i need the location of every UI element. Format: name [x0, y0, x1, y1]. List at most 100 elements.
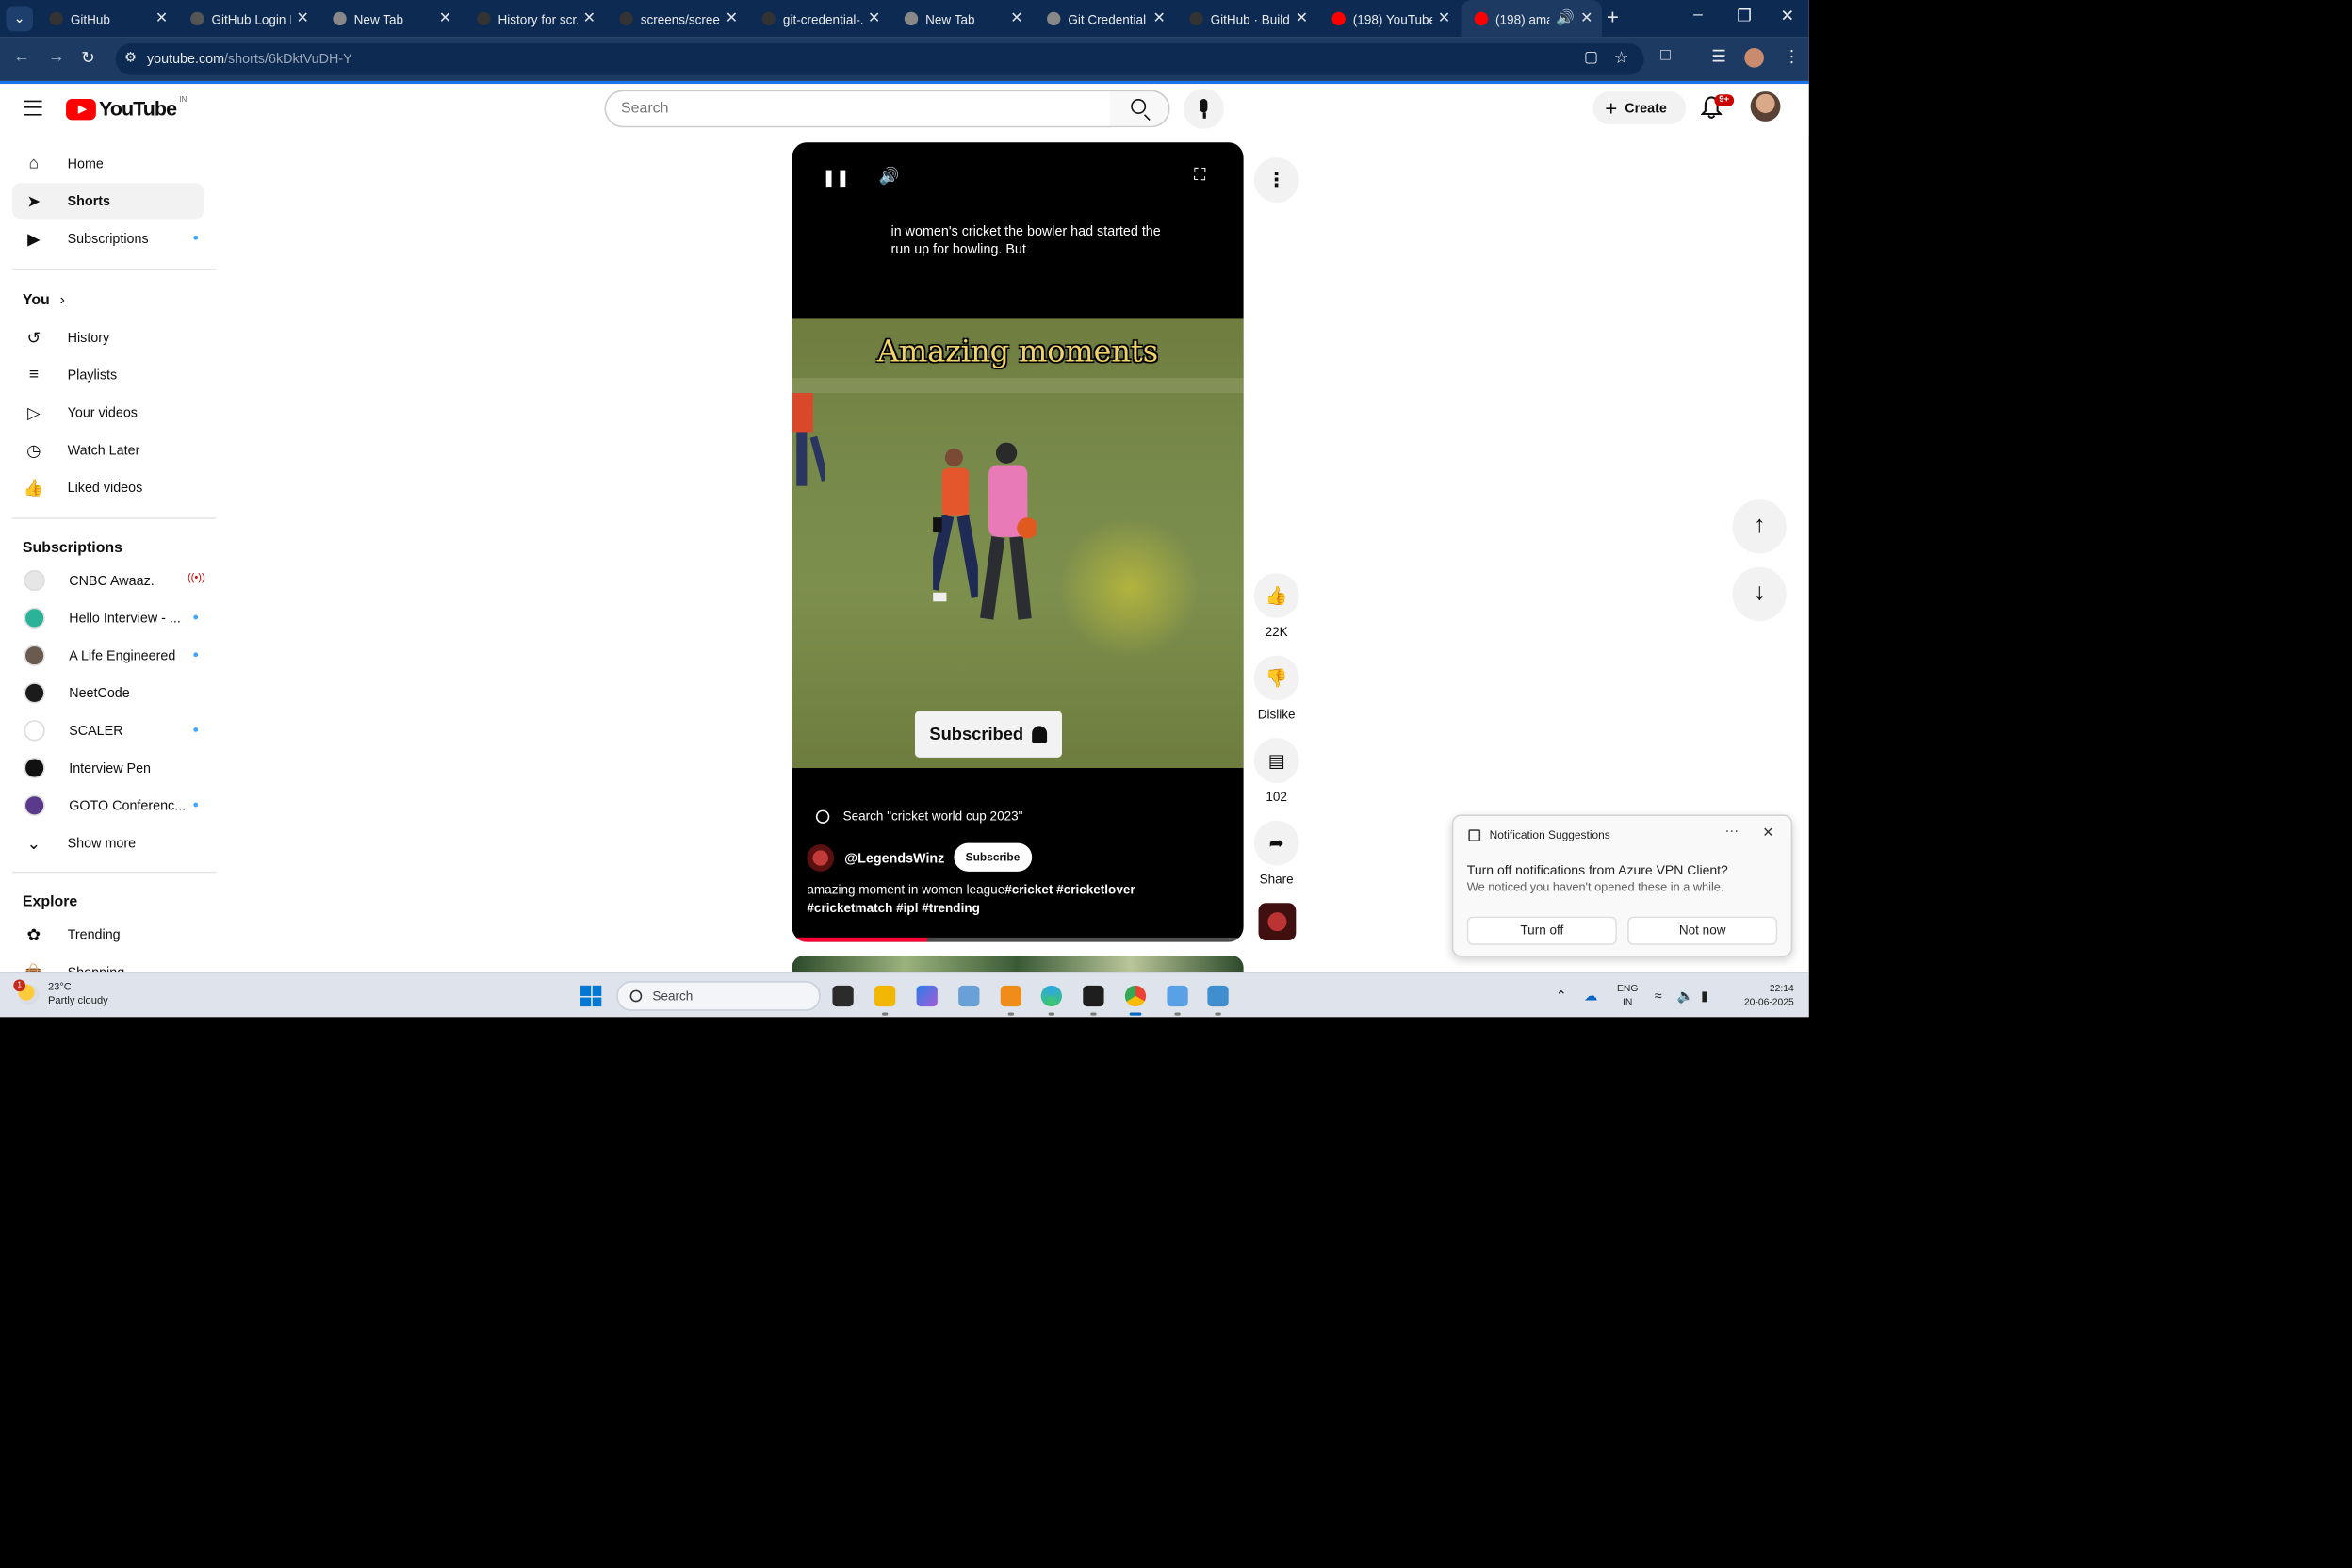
- url-text[interactable]: youtube.com/shorts/6kDktVuDH-Y: [147, 51, 352, 66]
- chrome-menu-icon[interactable]: ⋮: [1784, 46, 1801, 66]
- pause-icon[interactable]: ❚❚: [822, 168, 849, 188]
- bookmark-star-icon[interactable]: ☆: [1614, 48, 1629, 68]
- video-frame[interactable]: Amazing moments Subscribed: [792, 318, 1244, 769]
- create-button[interactable]: + Create: [1592, 91, 1687, 125]
- edge-browser-icon[interactable]: [1040, 985, 1062, 1007]
- extensions-icon[interactable]: □: [1660, 46, 1671, 64]
- subscribed-button[interactable]: Subscribed: [914, 710, 1062, 758]
- description-hashtags[interactable]: #cricket #cricketlover: [1004, 882, 1135, 897]
- speaker-icon[interactable]: 🔈: [1677, 988, 1694, 1005]
- tab-close-icon[interactable]: ✕: [439, 10, 451, 27]
- office-app-icon[interactable]: [1000, 985, 1022, 1007]
- sidebar-item-liked-videos[interactable]: 👍 Liked videos: [12, 469, 204, 505]
- tab-close-icon[interactable]: ✕: [583, 10, 596, 27]
- window-app-icon[interactable]: [958, 985, 980, 1007]
- install-app-icon[interactable]: ▢: [1584, 50, 1598, 67]
- sidebar-item-watch-later[interactable]: ◷ Watch Later: [12, 432, 204, 467]
- shorts-player[interactable]: ❚❚ 🔊 ⛶ in women's cricket the bowler had…: [792, 142, 1244, 942]
- share-button[interactable]: ➦: [1253, 820, 1299, 866]
- show-more-button[interactable]: ⌄ Show more: [12, 825, 204, 860]
- sidebar-item-neetcode[interactable]: NeetCode: [12, 675, 204, 710]
- remote-desktop-icon[interactable]: [1207, 985, 1229, 1007]
- previous-short-button[interactable]: ↑: [1732, 499, 1787, 554]
- comments-button[interactable]: ▤: [1253, 738, 1299, 783]
- browser-tab[interactable]: (198) YouTube ✕: [1318, 0, 1460, 38]
- dislike-button[interactable]: 👎: [1253, 655, 1299, 701]
- account-avatar[interactable]: [1750, 91, 1781, 122]
- browser-tab[interactable]: History for scr... ✕: [464, 0, 605, 38]
- channel-handle[interactable]: @LegendsWinz: [844, 850, 944, 865]
- sidebar-item-history[interactable]: ↺ History: [12, 319, 204, 355]
- snipping-tool-icon[interactable]: [1167, 985, 1188, 1007]
- tab-close-icon[interactable]: ✕: [297, 10, 309, 27]
- sidebar-item-cnbc-awaaz[interactable]: CNBC Awaaz. ((•)): [12, 563, 205, 598]
- channel-avatar[interactable]: [807, 843, 835, 872]
- browser-tab[interactable]: GitHub · Build ... ✕: [1176, 0, 1317, 38]
- browser-tab[interactable]: (198) amaz... 🔊 ✕: [1461, 0, 1603, 38]
- sidebar-item-hello-interview[interactable]: Hello Interview - ...: [12, 600, 204, 636]
- system-clock[interactable]: 22:14 20-06-2025: [1731, 983, 1794, 1010]
- input-language[interactable]: ENG IN: [1617, 983, 1638, 1010]
- next-short-preview[interactable]: [792, 955, 1244, 974]
- new-tab-button[interactable]: +: [1607, 5, 1619, 28]
- start-button-windows-icon[interactable]: [580, 985, 602, 1007]
- sidebar-item-home[interactable]: ⌂ Home: [12, 145, 204, 181]
- youtube-logo[interactable]: YouTube IN: [66, 95, 187, 120]
- chrome-browser-icon[interactable]: [1124, 985, 1147, 1007]
- tab-close-icon[interactable]: ✕: [1296, 10, 1308, 27]
- turn-off-button[interactable]: Turn off: [1466, 916, 1617, 945]
- browser-tab[interactable]: screens/screen... ✕: [606, 0, 747, 38]
- tab-audio-icon[interactable]: 🔊: [1556, 10, 1575, 27]
- description-hashtags[interactable]: #cricketmatch #ipl #trending: [807, 900, 979, 915]
- restore-button[interactable]: ❐: [1737, 6, 1752, 25]
- more-options-icon[interactable]: ⋮: [1253, 157, 1299, 203]
- more-icon[interactable]: ⋯: [1725, 824, 1739, 841]
- not-now-button[interactable]: Not now: [1627, 916, 1778, 945]
- tab-close-icon[interactable]: ✕: [726, 10, 738, 27]
- tab-close-icon[interactable]: ✕: [1580, 10, 1592, 27]
- file-explorer-icon[interactable]: [874, 985, 896, 1007]
- tab-close-icon[interactable]: ✕: [155, 10, 168, 27]
- browser-tab[interactable]: git-credential-... ✕: [748, 0, 890, 38]
- fullscreen-icon[interactable]: ⛶: [1194, 167, 1205, 187]
- sidebar-item-trending[interactable]: ✿ Trending: [12, 917, 204, 953]
- close-window-button[interactable]: ✕: [1780, 6, 1794, 25]
- sidebar-item-goto-conferenc[interactable]: GOTO Conferenc...: [12, 788, 204, 824]
- tray-overflow-icon[interactable]: ⌃: [1556, 988, 1567, 1005]
- tab-close-icon[interactable]: ✕: [1010, 10, 1022, 27]
- wifi-icon[interactable]: ≈: [1655, 988, 1662, 1004]
- tab-close-icon[interactable]: ✕: [1152, 10, 1165, 27]
- browser-tab[interactable]: Git Credential ... ✕: [1034, 0, 1175, 38]
- onedrive-icon[interactable]: ☁: [1584, 988, 1597, 1005]
- tab-close-icon[interactable]: ✕: [1438, 10, 1450, 27]
- search-suggestion-link[interactable]: Search "cricket world cup 2023": [815, 808, 1022, 824]
- media-control-icon[interactable]: ☰: [1711, 46, 1726, 66]
- search-input[interactable]: [621, 100, 1071, 118]
- sidebar-item-scaler[interactable]: SCALER: [12, 712, 204, 748]
- forward-button[interactable]: →: [48, 48, 65, 66]
- sidebar-item-your-videos[interactable]: ▷ Your videos: [12, 395, 204, 431]
- search-button[interactable]: [1109, 90, 1170, 128]
- subscribe-button[interactable]: Subscribe: [953, 842, 1033, 872]
- you-heading[interactable]: You ›: [23, 292, 65, 309]
- sidebar-item-shopping[interactable]: 👜 Shopping: [12, 954, 204, 972]
- taskbar-search[interactable]: Search: [616, 981, 821, 1011]
- back-button[interactable]: ←: [13, 48, 30, 66]
- browser-tab[interactable]: New Tab ✕: [891, 0, 1033, 38]
- reload-button[interactable]: ↻: [81, 48, 95, 68]
- tab-search-chevron-icon[interactable]: ⌄: [6, 6, 34, 32]
- weather-widget[interactable]: 1 23°C Partly cloudy: [13, 979, 108, 1008]
- task-view-icon[interactable]: [832, 985, 854, 1007]
- sidebar-item-subscriptions[interactable]: ▶ Subscriptions: [12, 220, 204, 256]
- close-icon[interactable]: ✕: [1762, 825, 1773, 841]
- browser-tab[interactable]: GitHub ✕: [36, 0, 177, 38]
- terminal-icon[interactable]: [1083, 985, 1104, 1007]
- tab-close-icon[interactable]: ✕: [868, 10, 880, 27]
- next-short-button[interactable]: ↓: [1732, 566, 1787, 622]
- profile-avatar[interactable]: [1744, 47, 1764, 68]
- browser-tab[interactable]: New Tab ✕: [319, 0, 461, 38]
- sidebar-item-shorts[interactable]: ➤ Shorts: [11, 183, 204, 220]
- sidebar-item-interview-pen[interactable]: Interview Pen: [12, 750, 204, 786]
- video-description[interactable]: amazing moment in women league#cricket #…: [807, 880, 1227, 916]
- minimize-button[interactable]: –: [1693, 6, 1703, 24]
